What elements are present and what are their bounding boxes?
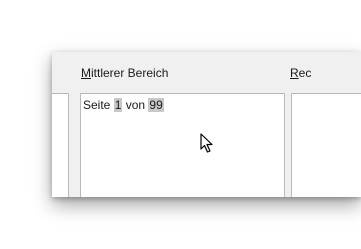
page-count-field[interactable]: 99 <box>148 98 164 112</box>
page-prefix-text: Seite <box>83 98 114 112</box>
right-section-label: Rec <box>290 66 312 80</box>
screen: Mittlerer Bereich Seite 1 von 99 Rec <box>0 0 361 249</box>
center-section-content: Seite 1 von 99 <box>83 98 164 112</box>
right-section-textarea[interactable] <box>291 93 361 197</box>
header-footer-dialog: Mittlerer Bereich Seite 1 von 99 Rec <box>52 52 361 197</box>
center-section-label: Mittlerer Bereich <box>81 66 169 80</box>
mouse-pointer-icon <box>200 133 213 153</box>
page-middle-text: von <box>122 98 149 112</box>
left-section-textarea[interactable] <box>52 93 69 197</box>
center-section-textarea[interactable]: Seite 1 von 99 <box>80 93 285 197</box>
